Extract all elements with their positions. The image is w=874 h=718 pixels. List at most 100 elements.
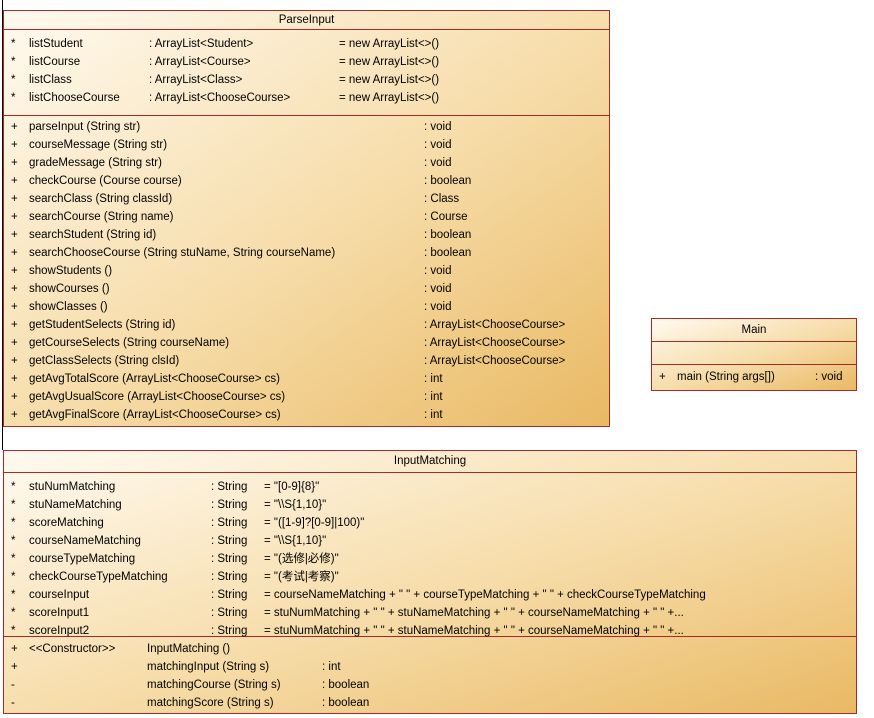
method-row: + courseMessage (String str): void xyxy=(4,136,609,154)
method-signature: showClasses () xyxy=(29,301,108,313)
attribute-name: stuNumMatching xyxy=(29,481,116,493)
visibility-marker: + xyxy=(11,247,18,259)
visibility-marker: + xyxy=(11,373,18,385)
visibility-marker: + xyxy=(659,371,666,383)
method-row: + getClassSelects (String clsId): ArrayLi… xyxy=(4,352,609,370)
method-return-type: : ArrayList<ChooseCourse> xyxy=(424,355,566,367)
attribute-type: : String xyxy=(211,499,248,511)
method-signature: getCourseSelects (String courseName) xyxy=(29,337,230,349)
class-parseinput[interactable]: ParseInput * listStudent : ArrayList<Stude… xyxy=(3,10,610,427)
class-title: InputMatching xyxy=(4,451,856,473)
method-row: + searchClass (String classId): Class xyxy=(4,190,609,208)
method-row: + showClasses (): void xyxy=(4,298,609,316)
method-return-type: : void xyxy=(424,283,452,295)
visibility-marker: * xyxy=(11,553,16,565)
methods-section: + parseInput (String str): void + courseMes… xyxy=(4,116,609,424)
attribute-initial-value: = new ArrayList<>() xyxy=(339,56,440,68)
visibility-marker: + xyxy=(11,211,18,223)
attribute-type: : String xyxy=(211,571,248,583)
method-signature: InputMatching () xyxy=(147,643,231,655)
attribute-row: * courseNameMatching: String = "\\S{1,10}" xyxy=(4,532,856,550)
method-return-type: : void xyxy=(424,157,452,169)
visibility-marker: + xyxy=(11,193,18,205)
visibility-marker: + xyxy=(11,409,18,421)
attribute-initial-value: = courseNameMatching + " " + courseTypeM… xyxy=(264,589,706,601)
method-row: + gradeMessage (String str) : void xyxy=(4,154,609,172)
visibility-marker: * xyxy=(11,481,16,493)
attribute-row: * listChooseCourse: ArrayList<ChooseCours… xyxy=(4,89,609,107)
class-title: ParseInput xyxy=(4,11,609,30)
attribute-name: courseTypeMatching xyxy=(29,553,136,565)
method-row: + getAvgUsualScore (ArrayList<ChooseCours… xyxy=(4,388,609,406)
visibility-marker: + xyxy=(11,229,18,241)
method-row: + getAvgTotalScore (ArrayList<ChooseCours… xyxy=(4,370,609,388)
class-main[interactable]: Main + main (String args[]): void xyxy=(651,318,857,391)
attributes-section xyxy=(652,342,856,365)
attribute-initial-value: = "([1-9]?[0-9]|100)" xyxy=(264,517,365,529)
method-signature: main (String args[]) xyxy=(677,371,775,383)
method-return-type: : boolean xyxy=(424,247,472,259)
attribute-name: stuNameMatching xyxy=(29,499,122,511)
method-signature: courseMessage (String str) xyxy=(29,139,168,151)
attribute-row: * courseInput: String = courseNameMatching… xyxy=(4,586,856,604)
visibility-marker: * xyxy=(11,589,16,601)
method-row: + getStudentSelects (String id): ArrayLis… xyxy=(4,316,609,334)
method-return-type: : boolean xyxy=(322,679,370,691)
method-return-type: : boolean xyxy=(424,229,472,241)
visibility-marker: + xyxy=(11,391,18,403)
method-signature: searchCourse (String name) xyxy=(29,211,174,223)
attribute-initial-value: = "\\S{1,10}" xyxy=(264,535,327,547)
visibility-marker: * xyxy=(11,74,16,86)
visibility-marker: - xyxy=(11,697,15,709)
attribute-row: * stuNameMatching: String = "\\S{1,10}" xyxy=(4,496,856,514)
visibility-marker: + xyxy=(11,661,18,673)
visibility-marker: + xyxy=(11,355,18,367)
method-return-type: : ArrayList<ChooseCourse> xyxy=(424,337,566,349)
method-return-type: : void xyxy=(424,139,452,151)
attribute-name: listCourse xyxy=(29,56,81,68)
method-row: + searchCourse (String name): Course xyxy=(4,208,609,226)
attribute-row: * listCourse: ArrayList<Course> = new Arra… xyxy=(4,53,609,71)
visibility-marker: + xyxy=(11,265,18,277)
method-return-type: : int xyxy=(322,661,341,673)
method-signature: showCourses () xyxy=(29,283,110,295)
method-row: + main (String args[]) : void xyxy=(652,368,856,386)
attribute-initial-value: = "(选修|必修)" xyxy=(264,553,339,565)
attribute-initial-value: = "\\S{1,10}" xyxy=(264,499,327,511)
attribute-type: : ArrayList<Student> xyxy=(149,38,254,50)
visibility-marker: * xyxy=(11,535,16,547)
attribute-initial-value: = stuNumMatching + " " + stuNameMatching… xyxy=(264,607,684,619)
method-row: - matchingCourse (String s): boolean xyxy=(4,676,856,694)
method-signature: matchingInput (String s) xyxy=(147,661,270,673)
method-return-type: : void xyxy=(815,371,843,383)
attribute-type: : String xyxy=(211,481,248,493)
method-row: + getCourseSelects (String courseName): A… xyxy=(4,334,609,352)
attribute-name: courseInput xyxy=(29,589,90,601)
method-row: - matchingScore (String s): boolean xyxy=(4,694,856,712)
method-signature: getAvgUsualScore (ArrayList<ChooseCourse… xyxy=(29,391,286,403)
method-return-type: : ArrayList<ChooseCourse> xyxy=(424,319,566,331)
attribute-initial-value: = "[0-9]{8}" xyxy=(264,481,320,493)
attribute-type: : String xyxy=(211,535,248,547)
attribute-row: * checkCourseTypeMatching: String = "(考试|考… xyxy=(4,568,856,586)
attribute-row: * stuNumMatching : String = "[0-9]{8}" xyxy=(4,478,856,496)
method-signature: searchChooseCourse (String stuName, Stri… xyxy=(29,247,336,259)
methods-section: + main (String args[]) : void xyxy=(652,365,856,386)
method-return-type: : boolean xyxy=(424,175,472,187)
method-row: + showStudents (): void xyxy=(4,262,609,280)
attribute-name: listStudent xyxy=(29,38,83,50)
method-signature: gradeMessage (String str) xyxy=(29,157,162,169)
method-return-type: : void xyxy=(424,265,452,277)
attribute-type: : String xyxy=(211,553,248,565)
method-row: + parseInput (String str): void xyxy=(4,118,609,136)
class-inputmatching[interactable]: InputMatching * stuNumMatching : String = "… xyxy=(3,450,857,714)
attribute-name: listClass xyxy=(29,74,72,86)
attribute-name: scoreInput1 xyxy=(29,607,90,619)
visibility-marker: + xyxy=(11,157,18,169)
attribute-initial-value: = new ArrayList<>() xyxy=(339,92,440,104)
attribute-row: * listClass: ArrayList<Class> = new ArrayL… xyxy=(4,71,609,89)
method-row: + getAvgFinalScore (ArrayList<ChooseCours… xyxy=(4,406,609,424)
attributes-section: * stuNumMatching : String = "[0-9]{8}" * stuN… xyxy=(4,473,856,637)
method-signature: getAvgTotalScore (ArrayList<ChooseCourse… xyxy=(29,373,280,385)
attribute-type: : ArrayList<ChooseCourse> xyxy=(149,92,291,104)
